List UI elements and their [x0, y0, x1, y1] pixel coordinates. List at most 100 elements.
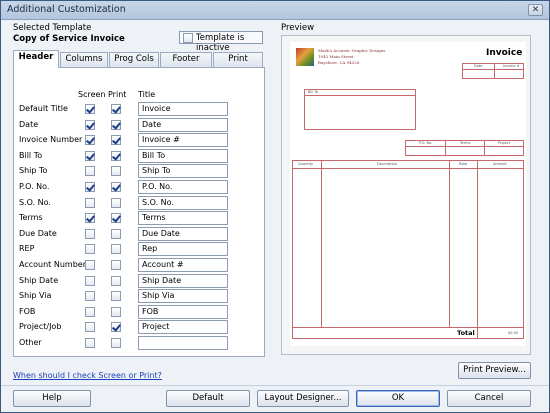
close-icon[interactable]: ✕ [528, 4, 543, 16]
title-input[interactable]: Due Date [138, 226, 228, 241]
print-checkbox[interactable] [111, 150, 121, 161]
title-input[interactable]: Ship Via [138, 289, 228, 304]
title-input[interactable]: P.O. No. [138, 180, 228, 194]
screen-checkbox[interactable] [85, 291, 95, 302]
screen-checkbox[interactable] [85, 306, 95, 317]
screen-column-header: Screen [78, 90, 106, 99]
title-input[interactable]: Invoice # [138, 133, 228, 148]
title-input[interactable]: FOB [138, 304, 228, 319]
field-row: Due Date Due Date [14, 226, 264, 242]
screen-checkbox[interactable] [85, 244, 95, 255]
template-inactive-checkbox[interactable]: Template is inactive [179, 31, 263, 53]
title-bar: Additional Customization ✕ [1, 1, 549, 20]
print-checkbox[interactable] [111, 228, 121, 239]
field-name: Ship To [19, 166, 48, 176]
additional-customization-dialog: Additional Customization ✕ Selected Temp… [0, 0, 550, 413]
field-row: P.O. No. P.O. No. [14, 180, 264, 195]
field-row: Invoice Number Invoice # [14, 133, 264, 148]
screen-checkbox[interactable] [85, 213, 95, 224]
po-label: P.O. No. [419, 141, 433, 145]
field-row: S.O. No. S.O. No. [14, 195, 264, 211]
field-name: Ship Via [19, 291, 52, 301]
quantity-label: Quantity [298, 162, 314, 166]
tab-print[interactable]: Print [213, 52, 263, 67]
default-button[interactable]: Default [166, 390, 250, 407]
print-checkbox[interactable] [111, 322, 121, 333]
title-input[interactable]: S.O. No. [138, 195, 228, 210]
title-input[interactable]: Project [138, 320, 228, 335]
print-checkbox[interactable] [111, 135, 121, 146]
field-row: Bill To Bill To [14, 148, 264, 164]
screen-checkbox[interactable] [85, 260, 95, 270]
title-input[interactable] [138, 336, 228, 350]
field-row: Project/Job Project [14, 320, 264, 335]
help-button[interactable]: Help [13, 390, 91, 407]
screen-checkbox[interactable] [85, 275, 95, 286]
field-row: Account Number Account # [14, 258, 264, 273]
print-checkbox[interactable] [111, 291, 121, 302]
field-name: Other [19, 338, 42, 347]
field-name: Terms [19, 213, 43, 223]
cancel-button[interactable]: Cancel [447, 390, 531, 407]
selected-template-label: Selected Template [13, 23, 92, 33]
title-input[interactable]: Rep [138, 242, 228, 257]
screen-checkbox[interactable] [85, 135, 95, 146]
print-checkbox[interactable] [111, 166, 121, 177]
tab-header[interactable]: Header [13, 50, 59, 68]
screen-checkbox[interactable] [85, 150, 95, 161]
title-column-header: Title [138, 90, 156, 99]
header-tab-panel: Screen Print Title Default Title Invoice D… [13, 67, 265, 357]
print-checkbox[interactable] [111, 260, 121, 270]
field-row: Date Date [14, 117, 264, 133]
title-input[interactable]: Bill To [138, 148, 228, 163]
field-name: P.O. No. [19, 182, 50, 191]
screen-checkbox[interactable] [85, 182, 95, 192]
screen-checkbox[interactable] [85, 197, 95, 208]
screen-checkbox[interactable] [85, 322, 95, 333]
title-input[interactable]: Terms [138, 211, 228, 226]
title-input[interactable]: Invoice [138, 102, 228, 116]
invoice-number-label: Invoice # [503, 64, 520, 68]
print-checkbox[interactable] [111, 275, 121, 286]
screen-checkbox[interactable] [85, 104, 95, 114]
screen-checkbox[interactable] [85, 166, 95, 177]
title-input[interactable]: Account # [138, 258, 228, 272]
line-items-table: Quantity Description Rate Amount Total $… [292, 160, 524, 339]
print-checkbox[interactable] [111, 197, 121, 208]
company-logo [296, 48, 314, 66]
description-label: Description [377, 162, 397, 166]
tab-strip: Header Columns Prog Cols Footer Print [13, 50, 265, 68]
field-row: FOB FOB [14, 304, 264, 320]
field-name: Due Date [19, 228, 57, 238]
screen-checkbox[interactable] [85, 338, 95, 348]
field-name: Default Title [19, 104, 68, 113]
field-row: Ship To Ship To [14, 164, 264, 179]
field-name: Bill To [19, 150, 43, 160]
screen-checkbox[interactable] [85, 228, 95, 239]
tab-prog-cols[interactable]: Prog Cols [109, 52, 159, 67]
company-city: Bayshore, CA 94326 [318, 60, 360, 65]
print-preview-button[interactable]: Print Preview... [458, 362, 531, 379]
ok-button[interactable]: OK [356, 390, 440, 407]
print-checkbox[interactable] [111, 306, 121, 317]
tab-columns[interactable]: Columns [60, 52, 108, 67]
preview-label: Preview [281, 23, 315, 33]
print-checkbox[interactable] [111, 213, 121, 224]
preview-frame: Mark's Acoustic Graphic Designs 1043 Mai… [281, 35, 531, 355]
layout-designer-button[interactable]: Layout Designer... [257, 390, 349, 407]
terms-label: Terms [460, 141, 471, 145]
help-screen-print-link[interactable]: When should I check Screen or Print? [13, 371, 162, 380]
title-input[interactable]: Date [138, 117, 228, 132]
print-checkbox[interactable] [111, 338, 121, 348]
title-input[interactable]: Ship Date [138, 273, 228, 288]
title-input[interactable]: Ship To [138, 164, 228, 179]
screen-checkbox[interactable] [85, 119, 95, 130]
print-checkbox[interactable] [111, 119, 121, 130]
tab-footer[interactable]: Footer [160, 52, 212, 67]
field-row: Ship Date Ship Date [14, 273, 264, 289]
inactive-checkbox-box[interactable] [183, 33, 193, 43]
print-checkbox[interactable] [111, 244, 121, 255]
field-row: Other [14, 336, 264, 351]
print-checkbox[interactable] [111, 182, 121, 192]
print-checkbox[interactable] [111, 104, 121, 114]
